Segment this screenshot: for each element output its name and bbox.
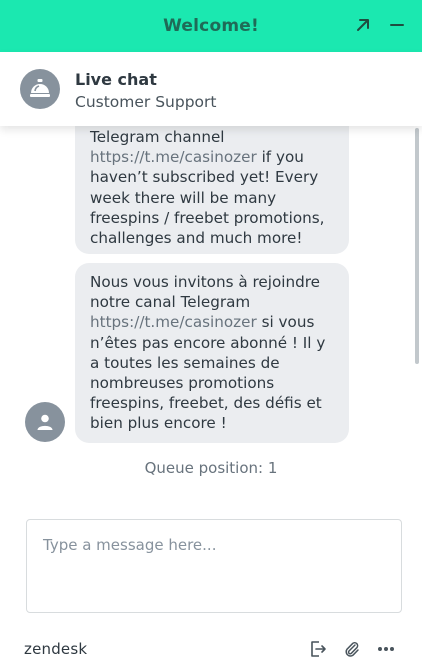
header-title: Welcome!	[163, 16, 259, 36]
message-link[interactable]: https://t.me/casinozer	[90, 148, 257, 166]
more-options-icon	[378, 647, 394, 651]
agent-department: Customer Support	[75, 93, 217, 111]
end-chat-icon	[311, 641, 326, 657]
chat-footer: zendesk	[0, 630, 422, 670]
end-chat-button[interactable]	[308, 639, 328, 659]
message-text: Nous vous invitons à rejoindre notre can…	[90, 273, 320, 312]
queue-status: Queue position: 1	[144, 459, 278, 477]
arrow-up-right-icon	[357, 19, 369, 31]
agent-name: Live chat	[75, 70, 157, 89]
popout-button[interactable]	[350, 12, 376, 38]
message-bubble: Telegram channel https://t.me/casinozer …	[75, 126, 349, 254]
attach-file-button[interactable]	[342, 639, 362, 659]
minimize-button[interactable]	[384, 12, 410, 38]
agent-avatar	[20, 69, 60, 109]
agent-info-bar: Live chat Customer Support	[0, 52, 422, 126]
message-input[interactable]	[26, 519, 402, 613]
message-link[interactable]: https://t.me/casinozer	[90, 313, 257, 331]
chat-header: Welcome!	[0, 0, 422, 52]
service-bell-icon	[30, 79, 50, 97]
user-icon	[37, 414, 53, 430]
message-text: Telegram channel	[90, 128, 225, 146]
message-bubble: Nous vous invitons à rejoindre notre can…	[75, 263, 349, 443]
scrollbar[interactable]	[415, 128, 419, 364]
more-options-button[interactable]	[376, 639, 396, 659]
sender-avatar	[25, 402, 65, 442]
message-list[interactable]: Telegram channel https://t.me/casinozer …	[0, 126, 422, 506]
attachment-icon	[345, 641, 359, 657]
zendesk-logo: zendesk	[24, 640, 88, 658]
minus-icon	[390, 24, 404, 26]
